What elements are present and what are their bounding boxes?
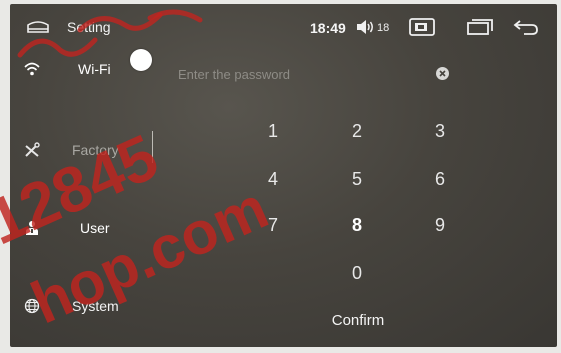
- volume-level: 18: [377, 22, 390, 34]
- home-icon[interactable]: [26, 19, 50, 33]
- clock: 18:49: [310, 20, 346, 36]
- key-5[interactable]: 5: [337, 164, 377, 194]
- confirm-button[interactable]: Confirm: [315, 308, 401, 334]
- key-1[interactable]: 1: [253, 116, 293, 146]
- key-9[interactable]: 9: [420, 210, 460, 240]
- sidebar-item-wifi[interactable]: Wi-Fi: [10, 55, 150, 85]
- sidebar-item-label: User: [80, 220, 110, 236]
- cursor-divider: [152, 131, 153, 163]
- sidebar-item-user[interactable]: User: [10, 214, 150, 244]
- wifi-toggle[interactable]: [130, 49, 152, 71]
- user-icon: [26, 221, 38, 235]
- sidebar-item-label: Factory: [72, 142, 119, 158]
- sidebar-item-label: Wi-Fi: [78, 61, 111, 77]
- key-2[interactable]: 2: [337, 116, 377, 146]
- volume-icon[interactable]: [355, 19, 375, 35]
- key-8[interactable]: 8: [337, 210, 377, 240]
- key-7[interactable]: 7: [253, 210, 293, 240]
- sidebar-item-factory[interactable]: Factory: [10, 136, 150, 166]
- dvr-icon[interactable]: [409, 18, 435, 36]
- sidebar-item-label: System: [72, 298, 119, 314]
- globe-icon: [24, 298, 40, 314]
- close-icon: [439, 70, 446, 77]
- wifi-icon: [24, 62, 40, 76]
- key-0[interactable]: 0: [337, 258, 377, 288]
- page-title: Setting: [67, 19, 111, 35]
- tools-icon: [25, 142, 40, 157]
- key-3[interactable]: 3: [420, 116, 460, 146]
- password-input[interactable]: [178, 63, 428, 85]
- sidebar-item-system[interactable]: System: [10, 292, 150, 322]
- status-bar: Setting 18:49 18: [10, 4, 557, 48]
- clear-button[interactable]: [436, 67, 449, 80]
- recent-apps-icon[interactable]: [467, 19, 493, 35]
- key-4[interactable]: 4: [253, 164, 293, 194]
- key-6[interactable]: 6: [420, 164, 460, 194]
- back-icon[interactable]: [512, 18, 540, 36]
- head-unit-screen: Setting 18:49 18 Wi-Fi Factory User Syst…: [10, 4, 557, 347]
